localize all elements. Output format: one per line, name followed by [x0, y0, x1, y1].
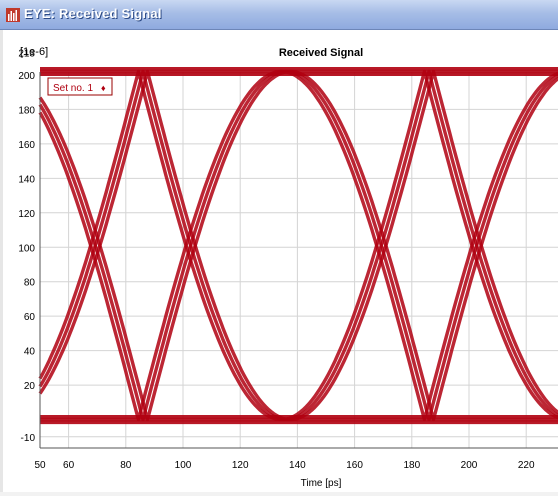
y-tick-labels: -10 20 40 60 80 100 120 140 160 180 200 213	[18, 49, 35, 444]
x-tick-label: 220	[518, 460, 535, 471]
x-tick-label: 100	[175, 460, 192, 471]
eye-diagram-icon	[6, 8, 20, 22]
chart-title: Received Signal	[279, 47, 363, 59]
x-tick-label: 120	[232, 460, 249, 471]
y-tick-label: 60	[24, 312, 36, 323]
x-tick-label: 180	[403, 460, 420, 471]
y-tick-label: 160	[18, 140, 35, 151]
frame-edge	[0, 492, 558, 496]
window-title: EYE: Received Signal	[24, 6, 162, 21]
y-tick-label: 20	[24, 381, 36, 392]
y-tick-label: 100	[18, 243, 35, 254]
x-tick-label: 200	[461, 460, 478, 471]
y-tick-label: 140	[18, 174, 35, 185]
eye-diagram-chart: [1e-6] Received Signal -1020406080100120…	[18, 46, 558, 489]
y-tick-label: 180	[18, 105, 35, 116]
y-tick-label: 120	[18, 209, 35, 220]
x-tick-label: 160	[346, 460, 363, 471]
y-tick-label: 200	[18, 71, 35, 82]
x-axis-label: Time [ps]	[301, 478, 342, 489]
x-tick-label: 140	[289, 460, 306, 471]
window-client-area: [1e-6] Received Signal -10 20 40 60 80 100 120…	[0, 30, 558, 496]
x-tick-label: 50	[34, 460, 46, 471]
x-tick-label: 80	[120, 460, 132, 471]
y-tick-label: 40	[24, 347, 36, 358]
y-tick-label: 80	[24, 278, 36, 289]
x-tick-label: 60	[63, 460, 75, 471]
legend-label: Set no. 1	[53, 83, 93, 94]
window-titlebar[interactable]: EYE: Received Signal	[0, 0, 558, 30]
y-tick-label: 213	[18, 49, 35, 60]
y-tick-label: -10	[21, 433, 36, 444]
legend-marker-icon: ♦	[101, 83, 106, 93]
legend[interactable]: Set no. 1 ♦	[47, 77, 113, 96]
x-tick-labels: 50 60 80 100 120 140 160 180 200 220	[34, 460, 535, 471]
